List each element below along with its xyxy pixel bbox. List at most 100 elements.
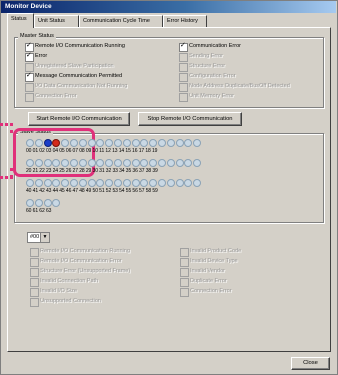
checkbox — [30, 278, 39, 287]
checkbox-label: Sending Error — [189, 53, 223, 59]
checkbox-label: Connection Error — [35, 93, 77, 99]
node-address-value: #00 — [30, 234, 40, 240]
tab-status[interactable]: Status — [7, 13, 34, 28]
checkbox-label: Unsupported Connection — [40, 298, 101, 304]
slave-status-indicator — [78, 159, 87, 167]
slave-status-indicator — [175, 179, 184, 187]
checkbox — [180, 278, 189, 287]
close-button[interactable]: Close — [291, 357, 330, 370]
node-address-select[interactable]: #00 ▼ — [27, 232, 50, 243]
highlight-dotted-line-top-vertical — [10, 123, 13, 133]
checkbox-label: Error — [35, 53, 48, 59]
slave-address-row: 20 21 22 23 24 25 26 27 28 29 30 31 32 3… — [26, 168, 158, 174]
slave-status-indicator — [114, 139, 122, 147]
slave-status-indicator — [34, 139, 43, 147]
checkbox-label: Invalid Device Type — [190, 258, 238, 264]
tab-communication-cycle-time[interactable]: Communication Cycle Time — [79, 15, 163, 27]
slave-address-row: 00 01 02 03 04 05 06 07 08 09 10 11 12 1… — [26, 148, 158, 154]
slave-status-indicator — [175, 139, 184, 147]
slave-status-indicator — [87, 139, 96, 147]
tab-unit-status[interactable]: Unit Status — [34, 15, 79, 27]
slave-status-indicator — [166, 159, 175, 167]
checkbox — [180, 248, 189, 257]
checkbox — [179, 41, 188, 52]
chevron-down-icon[interactable]: ▼ — [40, 233, 49, 242]
checkbox-label: Message Communication Permitted — [35, 73, 123, 79]
slave-status-indicator — [43, 159, 52, 167]
slave-status-indicator — [43, 139, 52, 147]
checkbox — [179, 83, 188, 92]
slave-status-indicator — [70, 159, 78, 167]
checkbox-label: Duplicate Error — [190, 278, 227, 284]
slave-status-indicator — [131, 139, 140, 147]
slave-status-indicator — [131, 159, 140, 167]
slave-status-indicator — [122, 139, 131, 147]
checkbox — [179, 63, 188, 72]
slave-status-indicator — [158, 159, 166, 167]
checkbox-label: I/O Data Communication Not Running — [35, 83, 128, 89]
slave-status-indicator — [43, 179, 52, 187]
checkbox — [180, 258, 189, 267]
slave-status-indicator — [158, 139, 166, 147]
checkbox-label: Remote I/O Communication Error — [40, 258, 122, 264]
checkbox-label: Structure Error — [189, 63, 226, 69]
slave-status-indicator — [166, 139, 175, 147]
slave-status-indicator — [26, 139, 34, 147]
tab-error-history[interactable]: Error History — [163, 15, 207, 27]
checkbox-label: Remote I/O Communication Running — [40, 248, 130, 254]
slave-status-indicator — [114, 179, 122, 187]
slave-status-indicator — [131, 179, 140, 187]
slave-status-indicator — [34, 199, 43, 207]
slave-status-indicator — [78, 179, 87, 187]
slave-status-indicator — [175, 159, 184, 167]
checkbox-label: Connection Error — [190, 288, 232, 294]
checkbox-label: Structure Error (Unsupported Frame) — [40, 268, 131, 274]
slave-status-indicator — [43, 199, 52, 207]
checkbox-label: Invalid Vendor — [190, 268, 225, 274]
checkbox — [180, 268, 189, 277]
slave-status-indicator — [34, 179, 43, 187]
checkbox — [30, 268, 39, 277]
checkbox — [25, 93, 34, 102]
checkbox-label: Communication Error — [189, 43, 241, 49]
slave-status-indicator — [26, 159, 34, 167]
checkbox-label: Invalid Connection Path — [40, 278, 99, 284]
slave-status-indicator — [78, 139, 87, 147]
window-title: Monitor Device — [5, 3, 52, 10]
checkbox-label: Invalid Product Code — [190, 248, 242, 254]
checkbox-label: Unregistered Slave Participation — [35, 63, 114, 69]
slave-status-indicator — [87, 159, 96, 167]
checkbox-label: Unit Memory Error — [189, 93, 234, 99]
highlight-dotted-line-bottom-vertical — [10, 168, 13, 178]
checkbox-label: Invalid I/O Size — [40, 288, 77, 294]
slave-address-row: 60 61 62 63 — [26, 208, 52, 214]
checkbox — [25, 83, 34, 92]
checkbox — [179, 53, 188, 62]
stop-remote-io-button[interactable]: Stop Remote I/O Communication — [138, 112, 242, 126]
master-status-label: Master Status — [18, 33, 56, 39]
checkbox — [25, 51, 34, 62]
start-remote-io-button[interactable]: Start Remote I/O Communication — [28, 112, 130, 126]
slave-status-indicator — [70, 139, 78, 147]
checkbox — [179, 73, 188, 82]
slave-status-indicator — [166, 179, 175, 187]
checkbox — [25, 71, 34, 82]
slave-status-indicator — [70, 179, 78, 187]
checkbox-label: Configuration Error — [189, 73, 236, 79]
checkbox — [180, 288, 189, 297]
checkbox-label: Remote I/O Communication Running — [35, 43, 125, 49]
slave-status-indicator — [34, 159, 43, 167]
checkbox — [30, 298, 39, 307]
checkbox — [30, 288, 39, 297]
slave-address-row: 40 41 42 43 44 45 46 47 48 49 50 51 52 5… — [26, 188, 158, 194]
slave-status-indicator — [122, 159, 131, 167]
slave-status-indicator — [26, 199, 34, 207]
slave-status-indicator — [26, 179, 34, 187]
title-bar[interactable]: Monitor Device — [1, 1, 336, 13]
slave-status-indicator — [122, 179, 131, 187]
checkbox — [179, 93, 188, 102]
slave-status-indicator — [158, 179, 166, 187]
checkbox — [30, 248, 39, 257]
slave-status-indicator — [87, 179, 96, 187]
checkbox — [30, 258, 39, 267]
